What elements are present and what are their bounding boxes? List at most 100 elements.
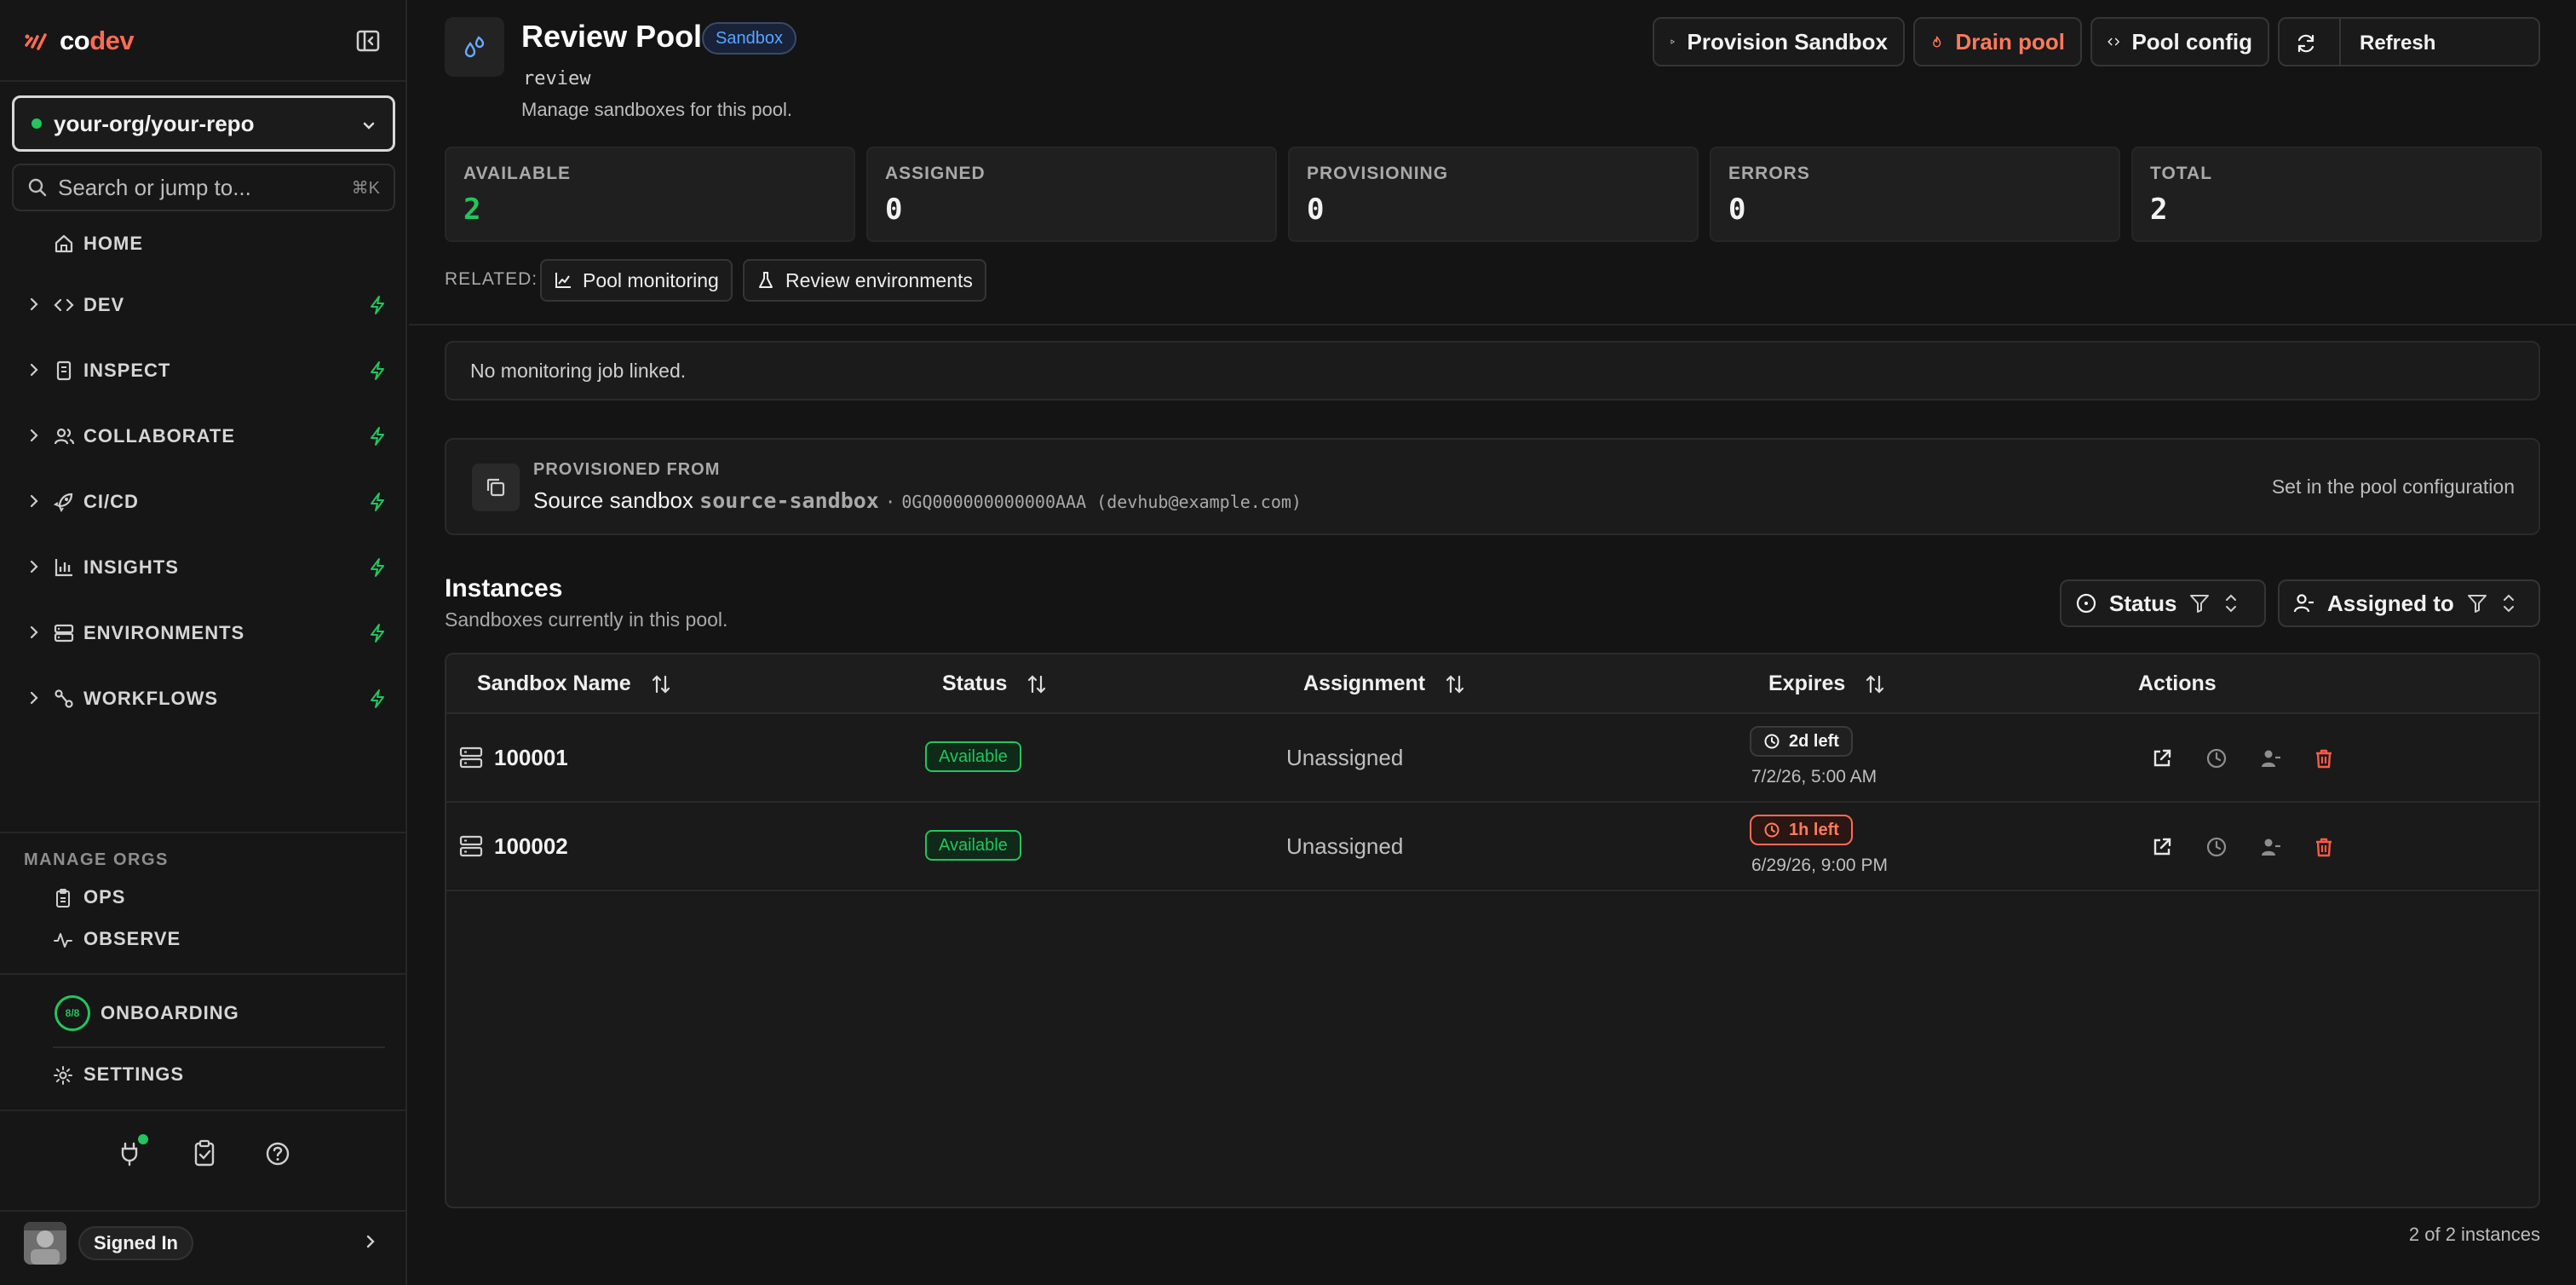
- sidebar-item-workflows[interactable]: WORKFLOWS: [0, 675, 405, 723]
- sidebar-item-ops[interactable]: OPS: [0, 878, 405, 917]
- sidebar-item-settings[interactable]: SETTINGS: [0, 1055, 405, 1094]
- pool-config-button[interactable]: Pool config: [2090, 17, 2269, 66]
- user-minus-icon: [2293, 594, 2314, 613]
- pool-slug: review: [523, 68, 591, 89]
- assigned-filter-button[interactable]: Assigned to: [2278, 579, 2540, 627]
- clipboard-check-icon[interactable]: [189, 1138, 220, 1169]
- expires-badge-label: 2d left: [1789, 731, 1839, 751]
- sidebar-item-label: SETTINGS: [83, 1063, 185, 1085]
- sort-icon: [652, 674, 670, 694]
- chevron-right-icon[interactable]: [361, 1232, 380, 1251]
- refresh-button[interactable]: Refresh: [2278, 17, 2540, 66]
- instances-subtitle: Sandboxes currently in this pool.: [445, 608, 728, 631]
- chevron-down-icon: [363, 122, 375, 130]
- circle-dot-icon: [2076, 593, 2096, 614]
- repo-selector[interactable]: your-org/your-repo: [12, 95, 395, 152]
- review-environments-link[interactable]: Review environments: [743, 259, 986, 302]
- source-prefix: Source sandbox: [533, 487, 693, 513]
- stat-provisioning: PROVISIONING 0: [1288, 147, 1699, 242]
- clipboard-icon: [56, 889, 70, 908]
- stat-label: TOTAL: [2150, 164, 2213, 183]
- unassign-user-icon[interactable]: [2256, 743, 2286, 774]
- bar-chart-icon: [55, 559, 72, 577]
- status-dot: [32, 118, 42, 129]
- assignment-value: Unassigned: [1286, 833, 1404, 859]
- expires-date: 6/29/26, 9:00 PM: [1751, 856, 1888, 875]
- filter-icon: [2467, 595, 2487, 613]
- provisioned-from-source: Source sandbox source-sandbox · 0GQ00000…: [533, 487, 1302, 514]
- code-icon: [54, 298, 74, 312]
- divider: [409, 324, 2576, 326]
- status-filter-button[interactable]: Status: [2060, 579, 2266, 627]
- status-badge: Available: [925, 830, 1021, 861]
- unassign-user-icon[interactable]: [2256, 832, 2286, 862]
- monitoring-notice: No monitoring job linked.: [445, 341, 2540, 400]
- sandbox-name[interactable]: 100001: [494, 745, 568, 771]
- drain-pool-button[interactable]: Drain pool: [1913, 17, 2082, 66]
- sort-icon: [1866, 674, 1884, 694]
- help-icon[interactable]: [262, 1138, 293, 1169]
- chevron-right-icon: [30, 560, 38, 573]
- open-icon[interactable]: [2147, 832, 2177, 862]
- play-icon: [1670, 39, 1675, 44]
- pool-monitoring-label: Pool monitoring: [583, 268, 719, 291]
- stat-available: AVAILABLE 2: [445, 147, 855, 242]
- repo-selector-label: your-org/your-repo: [54, 110, 255, 136]
- sandbox-name[interactable]: 100002: [494, 833, 568, 860]
- table-header: Sandbox Name Status Assignment Expires A…: [446, 654, 2539, 714]
- sidebar-item-label: ENVIRONMENTS: [83, 622, 245, 643]
- search-input[interactable]: [58, 174, 331, 201]
- server-icon: [459, 746, 483, 769]
- provision-sandbox-label: Provision Sandbox: [1687, 28, 1889, 55]
- flame-icon: [1933, 36, 1941, 48]
- sidebar-item-home[interactable]: HOME: [0, 220, 405, 268]
- sidebar-item-dev[interactable]: DEV: [0, 281, 405, 329]
- stat-errors: ERRORS 0: [1710, 147, 2120, 242]
- source-sandbox-name: source-sandbox: [699, 488, 879, 513]
- stat-assigned: ASSIGNED 0: [866, 147, 1277, 242]
- pool-type-badge: Sandbox: [702, 22, 796, 55]
- pool-monitoring-link[interactable]: Pool monitoring: [540, 259, 733, 302]
- logo[interactable]: codev: [24, 26, 135, 56]
- search-box: ⌘K: [12, 164, 395, 211]
- sidebar-item-label: INSPECT: [83, 360, 171, 381]
- divider: [2339, 19, 2341, 65]
- chevron-right-icon: [30, 429, 38, 442]
- assignment-value: Unassigned: [1286, 745, 1404, 770]
- sidebar-item-label: COLLABORATE: [83, 425, 236, 447]
- column-label: Status: [942, 671, 1008, 695]
- history-icon[interactable]: [2201, 832, 2232, 862]
- sidebar-footer-icons: [0, 1133, 405, 1176]
- avatar: [24, 1222, 66, 1265]
- history-icon[interactable]: [2201, 743, 2232, 774]
- search-shortcut: ⌘K: [351, 178, 380, 198]
- sidebar-item-label: OPS: [83, 886, 126, 908]
- provisioned-from-note: Set in the pool configuration: [2271, 475, 2515, 498]
- sidebar-header: codev: [0, 0, 405, 82]
- column-assignment[interactable]: Assignment: [1303, 671, 1466, 696]
- chevron-up-down-icon: [2503, 594, 2514, 613]
- table-row[interactable]: 100002 Available Unassigned 1h left 6/29…: [446, 803, 2539, 891]
- source-sandbox-details: 0GQ000000000000AAA (devhub@example.com): [901, 492, 1302, 512]
- sidebar-item-cicd[interactable]: CI/CD: [0, 478, 405, 526]
- column-status[interactable]: Status: [942, 671, 1048, 696]
- sidebar-item-environments[interactable]: ENVIRONMENTS: [0, 609, 405, 657]
- sidebar-item-observe[interactable]: OBSERVE: [0, 919, 405, 959]
- sidebar-item-inspect[interactable]: INSPECT: [0, 347, 405, 395]
- trash-icon[interactable]: [2309, 832, 2339, 862]
- column-sandbox-name[interactable]: Sandbox Name: [477, 671, 672, 696]
- bolt-icon: [371, 689, 384, 708]
- stat-label: ASSIGNED: [885, 164, 986, 183]
- table-row[interactable]: 100001 Available Unassigned 2d left 7/2/…: [446, 714, 2539, 803]
- provision-sandbox-button[interactable]: Provision Sandbox: [1653, 17, 1905, 66]
- sidebar-item-insights[interactable]: INSIGHTS: [0, 544, 405, 591]
- sidebar-item-onboarding[interactable]: ONBOARDING: [0, 994, 405, 1033]
- column-expires[interactable]: Expires: [1768, 671, 1886, 696]
- manage-orgs-section: MANAGE ORGS: [0, 832, 405, 869]
- sidebar-item-collaborate[interactable]: COLLABORATE: [0, 412, 405, 460]
- trash-icon[interactable]: [2309, 743, 2339, 774]
- open-icon[interactable]: [2147, 743, 2177, 774]
- sidebar-collapse-icon[interactable]: [354, 27, 382, 55]
- chevron-right-icon: [30, 691, 38, 705]
- page-title: Review Pool: [521, 19, 703, 54]
